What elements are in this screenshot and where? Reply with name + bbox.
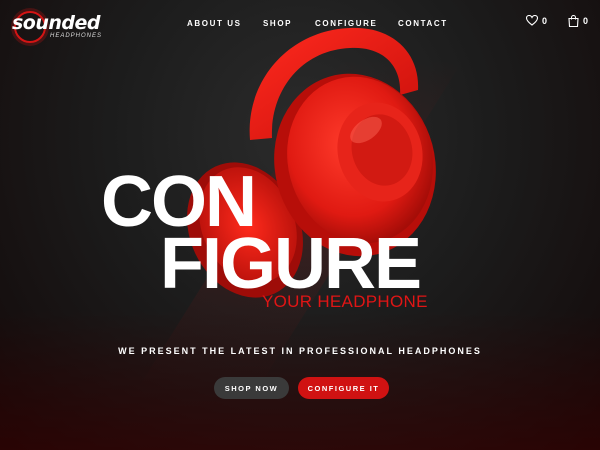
heart-icon: [526, 15, 538, 26]
page: sounded HEADPHONES ABOUT US SHOP CONFIGU…: [0, 0, 600, 450]
wishlist-count: 0: [542, 15, 548, 26]
brand-name: sounded: [12, 12, 101, 34]
bag-icon: [568, 15, 579, 27]
wishlist-button[interactable]: 0: [526, 15, 547, 26]
brand-subtitle: HEADPHONES: [50, 33, 103, 39]
hero-tagline: WE PRESENT THE LATEST IN PROFESSIONAL HE…: [118, 346, 482, 356]
brand-logo[interactable]: sounded HEADPHONES: [10, 9, 110, 43]
hero-title-line2: FIGURE: [160, 224, 422, 304]
shop-now-button[interactable]: SHOP NOW: [214, 377, 289, 399]
cart-button[interactable]: 0: [568, 15, 588, 27]
hero-subtitle: YOUR HEADPHONE: [262, 292, 428, 311]
configure-it-button[interactable]: CONFIGURE IT: [298, 377, 389, 399]
cart-count: 0: [583, 16, 589, 26]
